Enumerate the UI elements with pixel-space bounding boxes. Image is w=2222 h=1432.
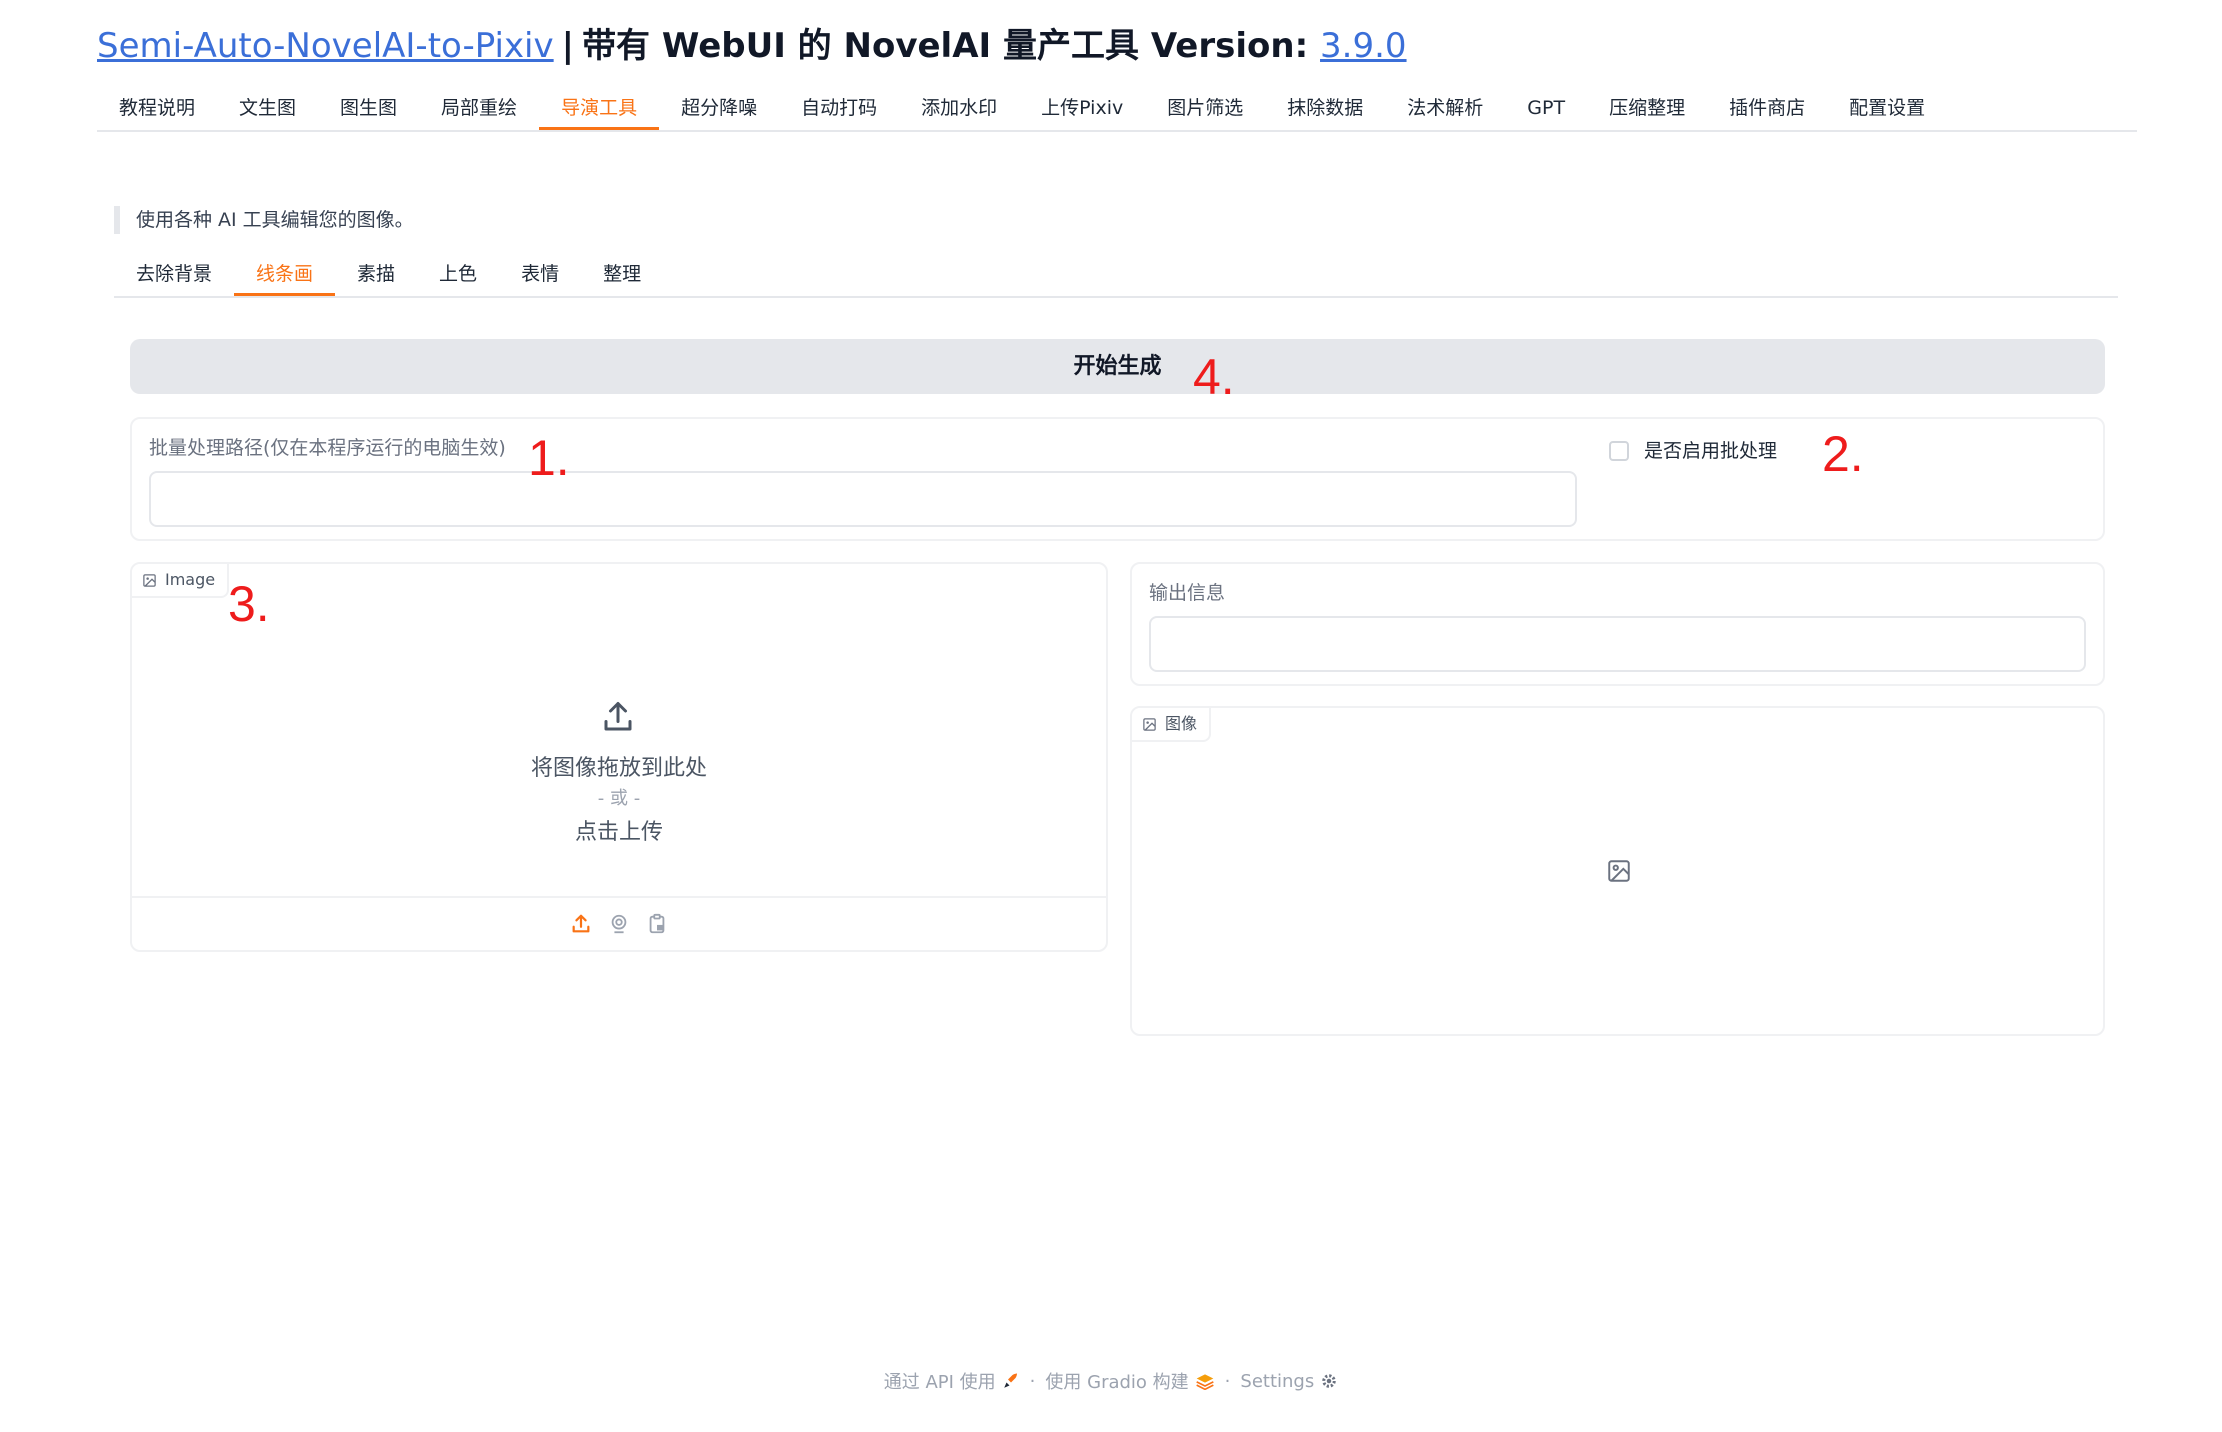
version-link[interactable]: 3.9.0 [1320, 26, 1407, 66]
batch-enable-label: 是否启用批处理 [1644, 440, 1778, 462]
footer-settings-label: Settings [1240, 1370, 1315, 1392]
tab-image-filter[interactable]: 图片筛选 [1145, 90, 1265, 130]
output-image-panel: 图像 [1130, 706, 2105, 1036]
batch-path-input[interactable] [149, 471, 1577, 527]
main-tab-bar: 教程说明 文生图 图生图 局部重绘 导演工具 超分降噪 自动打码 添加水印 上传… [97, 90, 2137, 132]
tab-upload-pixiv[interactable]: 上传Pixiv [1019, 90, 1145, 130]
rocket-icon [1003, 1373, 1017, 1388]
output-info-label: 输出信息 [1149, 582, 1226, 604]
or-text: - 或 - [597, 788, 641, 809]
footer-dot-1: · [1029, 1370, 1036, 1392]
gradio-logo-icon [1195, 1374, 1214, 1390]
tab-watermark[interactable]: 添加水印 [899, 90, 1019, 130]
subtab-declutter[interactable]: 整理 [581, 256, 663, 296]
tab-upscale[interactable]: 超分降噪 [659, 90, 779, 130]
output-info-textbox[interactable] [1149, 616, 2086, 672]
project-link[interactable]: Semi-Auto-NovelAI-to-Pixiv [97, 26, 554, 66]
image-input-tag-label: Image [165, 570, 216, 589]
batch-path-label: 批量处理路径(仅在本程序运行的电脑生效) [149, 437, 506, 459]
footer-settings-link[interactable]: Settings [1240, 1371, 1338, 1392]
drop-text: 将图像拖放到此处 [530, 756, 707, 781]
click-upload-text: 点击上传 [574, 820, 663, 845]
image-input-tag: Image [132, 564, 230, 598]
tab-mosaic[interactable]: 自动打码 [779, 90, 899, 130]
tool-description: 使用各种 AI 工具编辑您的图像。 [114, 206, 414, 234]
source-toolbar-divider [132, 896, 1106, 898]
output-image-tag-label: 图像 [1165, 714, 1198, 733]
footer-api-label: 通过 API 使用 [883, 1372, 996, 1393]
generate-button[interactable]: 开始生成 [130, 339, 2105, 394]
tab-img2img[interactable]: 图生图 [318, 90, 419, 130]
tab-director-tools[interactable]: 导演工具 [539, 90, 660, 130]
footer-gradio-link[interactable]: 使用 Gradio 构建 [1045, 1368, 1214, 1394]
batch-enable-checkbox[interactable] [1609, 441, 1629, 461]
footer-gradio-label: 使用 Gradio 构建 [1045, 1372, 1189, 1393]
upload-icon [604, 702, 632, 731]
tab-settings[interactable]: 配置设置 [1827, 90, 1947, 130]
image-placeholder-icon [1608, 860, 1630, 882]
tab-gpt[interactable]: GPT [1505, 90, 1587, 130]
tab-tutorial[interactable]: 教程说明 [97, 90, 217, 130]
title-separator: | [561, 26, 575, 66]
image-icon [1143, 717, 1156, 731]
image-dropzone[interactable]: 将图像拖放到此处 - 或 - 点击上传 [132, 600, 1106, 898]
tab-compress[interactable]: 压缩整理 [1587, 90, 1707, 130]
tab-erase-data[interactable]: 抹除数据 [1265, 90, 1385, 130]
subtab-sketch[interactable]: 素描 [335, 256, 417, 296]
subtab-emotion[interactable]: 表情 [499, 256, 581, 296]
image-input-panel: Image 将图像拖放到此处 - 或 - 点击上传 [130, 562, 1108, 952]
clipboard-icon[interactable] [646, 913, 668, 935]
output-info-panel: 输出信息 [1130, 562, 2105, 686]
annotation-2: 2. [1822, 426, 1864, 482]
tab-plugin-store[interactable]: 插件商店 [1707, 90, 1827, 130]
tab-txt2img[interactable]: 文生图 [217, 90, 318, 130]
subtab-remove-bg[interactable]: 去除背景 [114, 256, 234, 296]
footer-api-link[interactable]: 通过 API 使用 [884, 1368, 1020, 1394]
gear-icon [1322, 1374, 1336, 1388]
annotation-4: 4. [1193, 349, 1235, 405]
output-image-tag: 图像 [1132, 708, 1212, 742]
batch-panel: 批量处理路径(仅在本程序运行的电脑生效) 是否启用批处理 [130, 417, 2105, 541]
upload-source-icon[interactable] [570, 913, 592, 935]
title-subtitle: 带有 WebUI 的 NovelAI 量产工具 Version: [582, 26, 1309, 66]
app-title: Semi-Auto-NovelAI-to-Pixiv | 带有 WebUI 的 No… [97, 18, 1407, 74]
sub-tab-bar: 去除背景 线条画 素描 上色 表情 整理 [114, 256, 2118, 298]
webcam-icon[interactable] [608, 913, 630, 935]
tab-spell-parse[interactable]: 法术解析 [1385, 90, 1505, 130]
annotation-3: 3. [228, 576, 270, 632]
image-icon [143, 573, 156, 587]
footer: 通过 API 使用 · 使用 Gradio 构建 · Settings [0, 1368, 2222, 1394]
subtab-lineart[interactable]: 线条画 [234, 256, 336, 296]
tab-inpaint[interactable]: 局部重绘 [419, 90, 539, 130]
footer-dot-2: · [1224, 1370, 1231, 1392]
annotation-1: 1. [528, 430, 570, 486]
subtab-colorize[interactable]: 上色 [417, 256, 499, 296]
